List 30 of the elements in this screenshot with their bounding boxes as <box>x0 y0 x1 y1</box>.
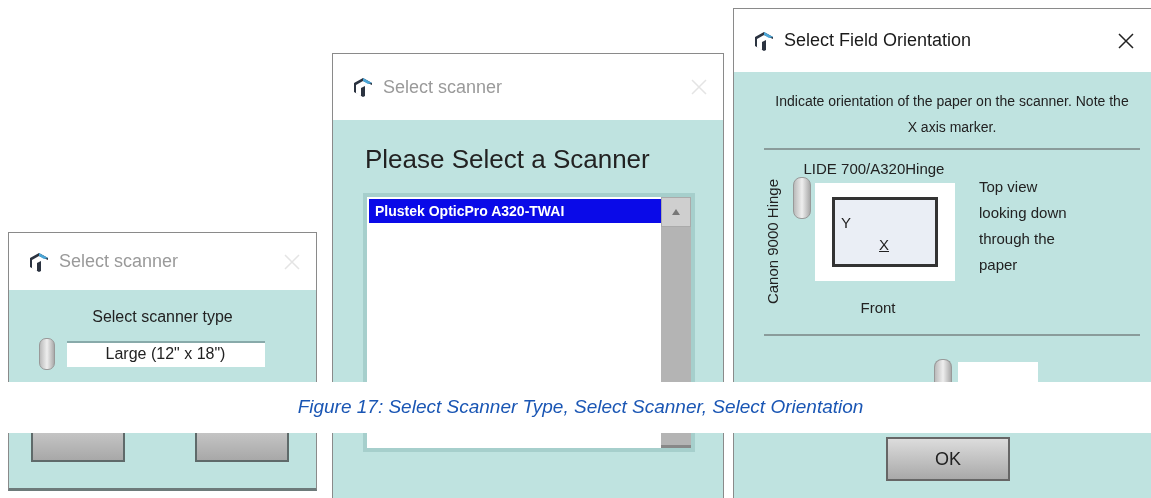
prompt-label: Select scanner type <box>92 308 233 326</box>
up-arrow-icon <box>671 208 681 216</box>
figure-caption: Figure 17: Select Scanner Type, Select Scanner, Select Orientation <box>297 396 864 418</box>
close-icon[interactable] <box>1118 32 1134 49</box>
dialog-heading: Please Select a Scanner <box>365 144 651 175</box>
scroll-up-button[interactable] <box>661 197 691 227</box>
axis-flip-field[interactable] <box>958 362 1038 382</box>
ok-button[interactable]: OK <box>886 437 1010 481</box>
ok-button[interactable] <box>31 433 125 462</box>
scrollbar[interactable] <box>661 433 691 448</box>
scanner-list-item[interactable]: Plustek OpticPro A320-TWAI <box>369 199 661 223</box>
hinge-top-label: LIDE 700/A320Hinge <box>803 160 945 177</box>
spinner-control[interactable] <box>38 338 55 370</box>
window-title: Select scanner <box>383 76 504 98</box>
spinner-control[interactable] <box>793 177 811 219</box>
instruction-text: Indicate orientation of the paper on the scanner. Note the X axis marker. <box>774 92 1130 137</box>
scanner-type-field[interactable]: Large (12" x 18") <box>66 341 265 367</box>
x-axis-marker: X <box>879 236 889 253</box>
spinner-control[interactable] <box>934 359 952 382</box>
hinge-side-label: Canon 9000 Hinge <box>764 179 781 305</box>
view-note: Top view looking down through the paper <box>979 177 1068 275</box>
app-logo-icon <box>752 29 776 52</box>
app-logo-icon <box>27 250 51 273</box>
window-title: Select scanner <box>59 251 180 272</box>
cancel-button[interactable] <box>195 433 289 462</box>
app-logo-icon <box>351 76 375 98</box>
y-axis-label: Y <box>841 214 851 231</box>
scrollbar[interactable] <box>661 197 691 382</box>
front-label: Front <box>860 299 896 316</box>
window-title: Select Field Orientation <box>784 30 973 51</box>
